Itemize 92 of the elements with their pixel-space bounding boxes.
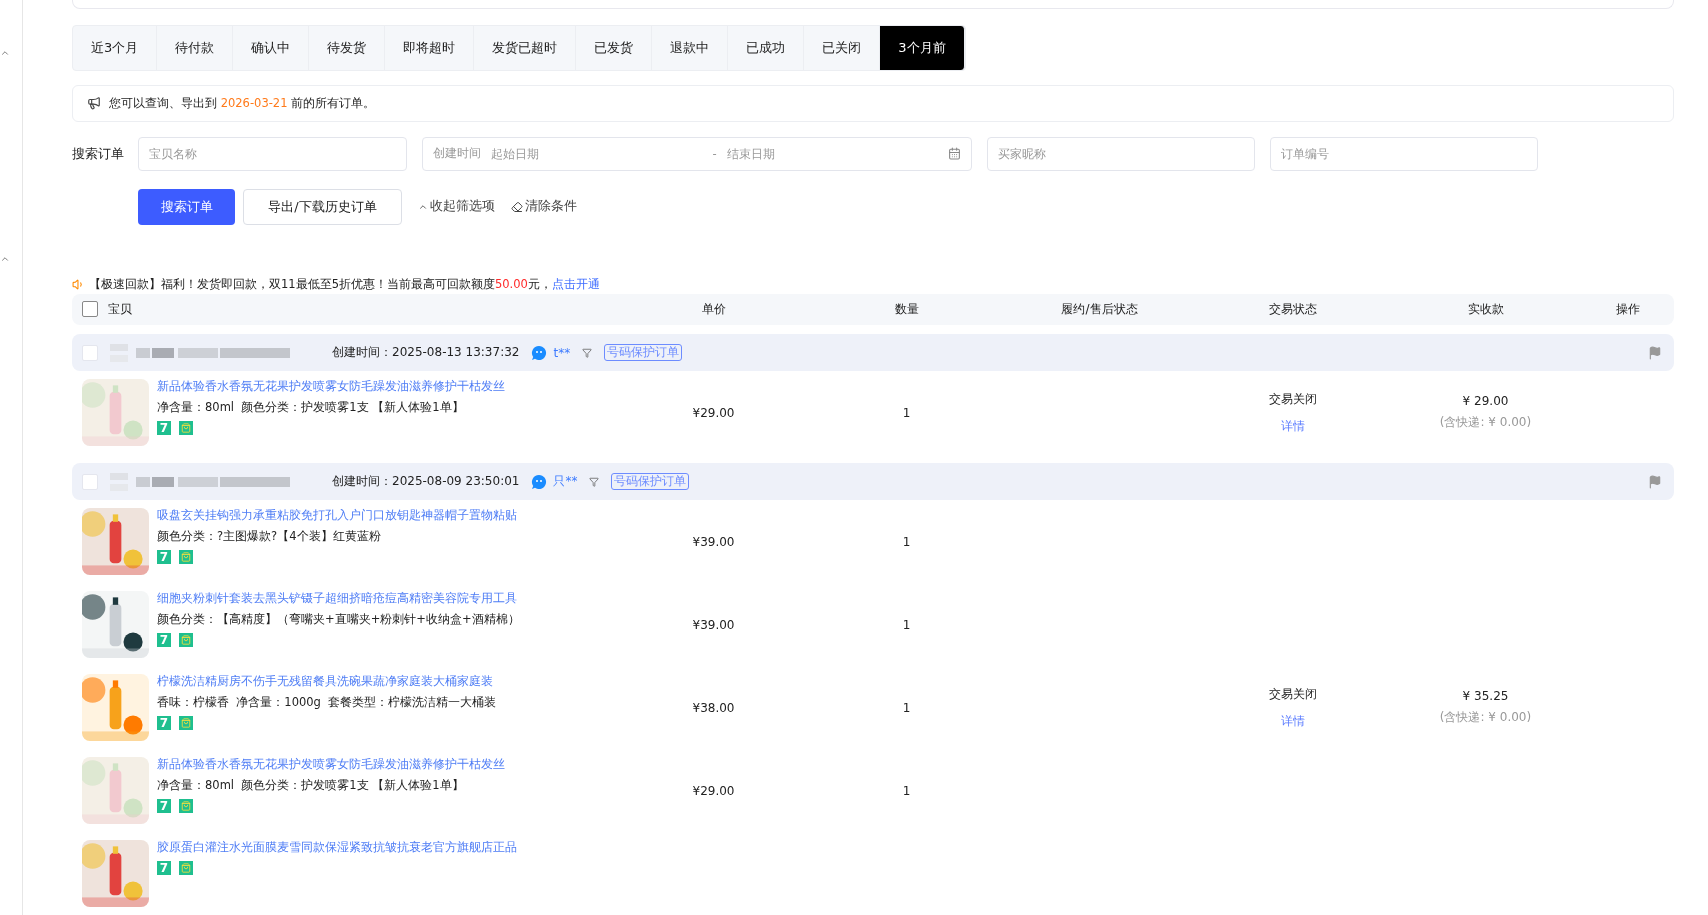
trade-status: 交易关闭: [1268, 390, 1317, 408]
shipping-fee: (含快递: ¥ 0.00): [1439, 414, 1532, 431]
bag-icon: [179, 421, 193, 435]
unit-price: ¥29.00: [691, 783, 736, 798]
status-tab[interactable]: 发货已超时: [474, 25, 577, 70]
service-badge: 7: [157, 633, 171, 647]
service-badge: 7: [157, 550, 171, 564]
filter-icon[interactable]: [582, 347, 593, 358]
service-badge: 7: [157, 421, 171, 435]
detail-link[interactable]: 详情: [1280, 712, 1305, 730]
shipping-fee: (含快递: ¥ 0.00): [1439, 709, 1532, 726]
bag-icon: [179, 861, 193, 875]
search-label: 搜索订单: [72, 144, 123, 163]
service-badge: 7: [157, 716, 171, 730]
order-checkbox[interactable]: [82, 473, 98, 490]
eraser-icon: [511, 200, 523, 213]
collapse-filters-link[interactable]: 收起筛选项: [418, 198, 495, 215]
clear-conditions-link[interactable]: 清除条件: [511, 198, 577, 215]
export-button[interactable]: 导出/下载历史订单: [243, 188, 402, 225]
product-title[interactable]: 柠檬洗洁精厨房不伤手无残留餐具洗碗果蔬净家庭装大桶家庭装: [157, 674, 497, 689]
quantity: 1: [901, 405, 912, 420]
megaphone-icon: [87, 96, 101, 111]
flag-icon[interactable]: [1648, 474, 1662, 489]
service-badge: 7: [157, 799, 171, 813]
collapse-icon[interactable]: [0, 254, 10, 264]
promo-text: 【极速回款】福利！发货即回款，双11最低至5折优惠！当前最高可回款额度50.00元，点击开通: [89, 276, 600, 292]
column-header: 操作: [1615, 300, 1641, 318]
status-tab[interactable]: 确认中: [233, 25, 310, 70]
service-badge: 7: [157, 861, 171, 875]
buyer-name[interactable]: 只**: [553, 473, 578, 490]
unit-price: ¥39.00: [691, 617, 736, 632]
chat-bubble-icon[interactable]: [531, 344, 548, 361]
product-spec: 净含量：80ml 颜色分类：护发喷雾1支 【新人体验1单】: [157, 400, 465, 415]
trade-status: 交易关闭: [1268, 685, 1317, 703]
bag-icon: [179, 633, 193, 647]
product-title[interactable]: 新品体验香水香氛无花果护发喷雾女防毛躁发油滋养修护干枯发丝: [157, 379, 505, 394]
column-header: 宝贝: [108, 300, 132, 318]
product-title[interactable]: 细胞夹粉刺针套装去黑头铲镊子超细挤暗疮痘高精密美容院专用工具: [157, 591, 520, 606]
product-spec: 颜色分类：?主图爆款?【4个装】红黄蓝粉: [157, 529, 382, 544]
speaker-icon: [72, 277, 85, 291]
unit-price: ¥29.00: [691, 405, 736, 420]
bag-icon: [179, 799, 193, 813]
column-header: 履约/售后状态: [1060, 300, 1139, 318]
status-tab[interactable]: 已发货: [576, 25, 653, 70]
detail-link[interactable]: 详情: [1280, 417, 1305, 435]
quantity: 1: [901, 617, 912, 632]
created-time: 创建时间：2025-08-09 23:50:01: [332, 473, 520, 490]
column-header: 交易状态: [1267, 300, 1318, 318]
product-title[interactable]: 新品体验香水香氛无花果护发喷雾女防毛躁发油滋养修护干枯发丝: [157, 757, 505, 772]
bag-icon: [179, 550, 193, 564]
quantity: 1: [901, 700, 912, 715]
created-time-label: 创建时间: [433, 146, 481, 161]
buyer-name[interactable]: t**: [553, 345, 571, 360]
status-tab[interactable]: 即将超时: [385, 25, 475, 70]
collapse-icon[interactable]: [0, 48, 10, 58]
filter-icon[interactable]: [589, 476, 600, 487]
created-time: 创建时间：2025-08-13 13:37:32: [332, 344, 520, 361]
product-title[interactable]: 胶原蛋白灌注水光面膜麦雪同款保湿紧致抗皱抗衰老官方旗舰店正品: [157, 840, 517, 855]
status-tab[interactable]: 退款中: [652, 25, 729, 70]
status-tab[interactable]: 3个月前: [880, 25, 965, 70]
range-separator: -: [712, 146, 717, 161]
calendar-icon[interactable]: [948, 147, 961, 160]
column-header: 实收款: [1466, 300, 1505, 318]
received-amount: ¥ 35.25: [1462, 689, 1509, 703]
order-tag: 号码保护订单: [611, 473, 690, 490]
status-tab[interactable]: 已成功: [728, 25, 805, 70]
status-tab[interactable]: 待发货: [309, 25, 386, 70]
product-title[interactable]: 吸盘玄关挂钩强力承重粘胶免打孔入户门口放钥匙神器帽子置物粘贴: [157, 508, 517, 523]
search-button[interactable]: 搜索订单: [138, 188, 235, 225]
status-tab[interactable]: 待付款: [157, 25, 234, 70]
unit-price: ¥38.00: [691, 700, 736, 715]
flag-icon[interactable]: [1648, 345, 1662, 360]
status-tab[interactable]: 近3个月: [73, 25, 158, 70]
buyer-nickname-field[interactable]: 买家昵称: [987, 136, 1255, 171]
product-spec: 颜色分类：【高精度】（弯嘴夹+直嘴夹+粉刺针+收纳盒+酒精棉）: [157, 612, 520, 627]
received-amount: ¥ 29.00: [1462, 394, 1509, 408]
product-spec: 香味：柠檬香 净含量：1000g 套餐类型：柠檬洗洁精一大桶装: [157, 695, 497, 710]
product-name-field[interactable]: 宝贝名称: [138, 136, 407, 171]
quantity: 1: [901, 783, 912, 798]
activate-link[interactable]: 点击开通: [551, 276, 600, 291]
order-checkbox[interactable]: [82, 344, 98, 361]
notice-text: 您可以查询、导出到 2026-03-21 前的所有订单。: [109, 95, 376, 111]
bag-icon: [179, 716, 193, 730]
quantity: 1: [901, 534, 912, 549]
unit-price: ¥39.00: [691, 534, 736, 549]
column-header: 单价: [700, 300, 727, 318]
order-number-field[interactable]: 订单编号: [1270, 136, 1538, 171]
select-all-checkbox[interactable]: [82, 301, 98, 318]
order-tag: 号码保护订单: [604, 344, 683, 361]
column-header: 数量: [893, 300, 920, 318]
chat-bubble-icon[interactable]: [531, 473, 548, 490]
product-spec: 净含量：80ml 颜色分类：护发喷雾1支 【新人体验1单】: [157, 778, 465, 793]
